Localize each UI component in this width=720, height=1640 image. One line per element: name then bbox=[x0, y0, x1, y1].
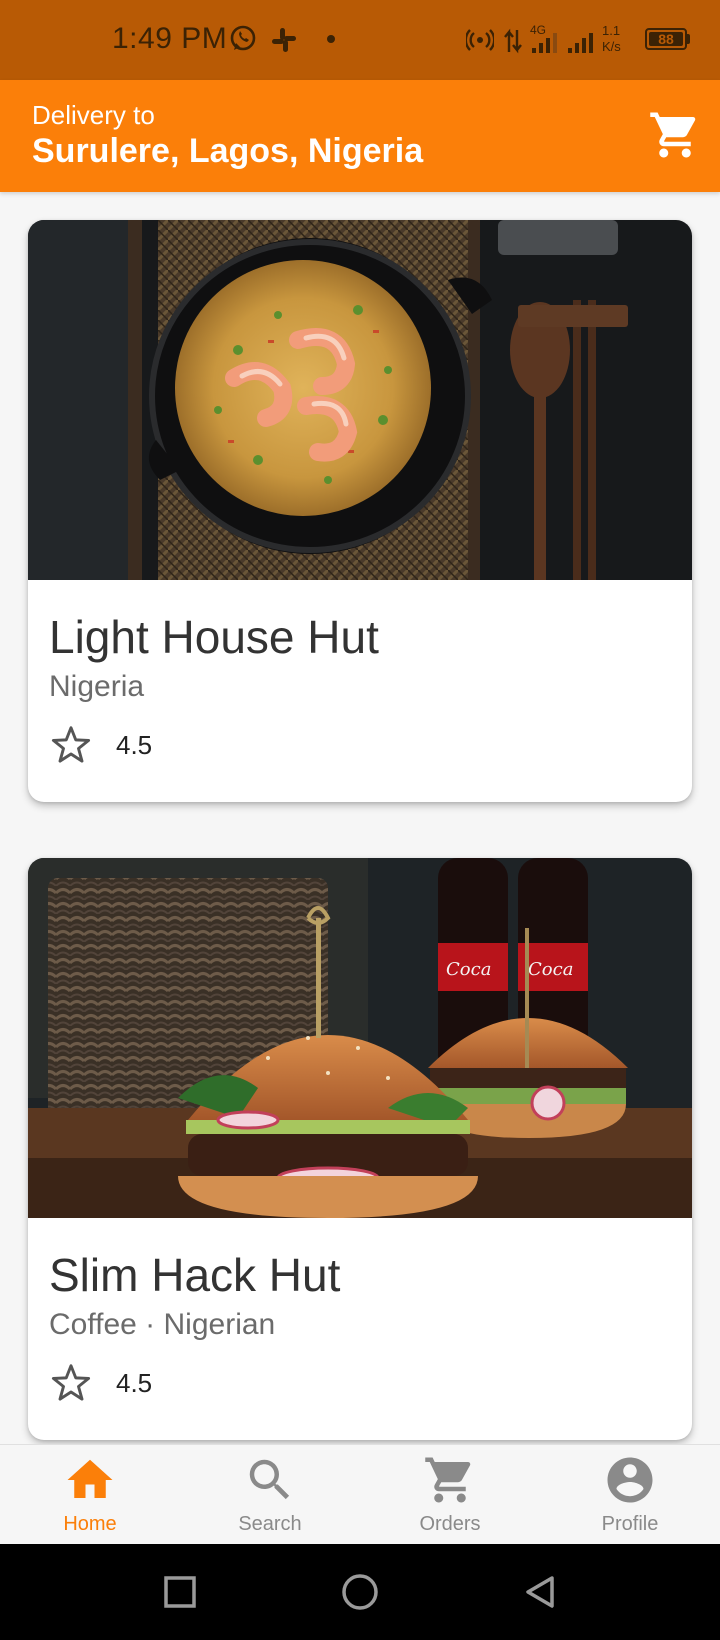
nav-item-home[interactable]: Home bbox=[0, 1445, 180, 1545]
card-body: Slim Hack Hut Coffee · Nigerian 4.5 bbox=[28, 1218, 692, 1440]
battery-percent: 88 bbox=[658, 31, 674, 47]
speed-unit: K/s bbox=[602, 39, 621, 54]
cart-button[interactable] bbox=[648, 108, 702, 162]
status-bar: 1:49 PM 4G 1.1 K/s 88 bbox=[0, 0, 720, 80]
nav-item-search[interactable]: Search bbox=[180, 1445, 360, 1545]
search-icon bbox=[249, 1459, 290, 1500]
home-button[interactable] bbox=[340, 1572, 380, 1612]
restaurant-subtitle: Coffee · Nigerian bbox=[49, 1308, 276, 1341]
rating-value: 4.5 bbox=[116, 1368, 153, 1398]
hotspot-icon bbox=[466, 29, 494, 51]
restaurant-card-light-house-hut[interactable]: Light House Hut Nigeria 4.5 bbox=[28, 220, 692, 802]
bottom-navigation: Home Search Orders Profile bbox=[0, 1444, 720, 1544]
nav-item-profile[interactable]: Profile bbox=[540, 1445, 720, 1545]
battery-icon: 88 bbox=[645, 28, 687, 50]
recents-button[interactable] bbox=[160, 1572, 200, 1612]
delivery-location[interactable]: Surulere, Lagos, Nigeria bbox=[32, 132, 423, 171]
whatsapp-icon bbox=[230, 25, 256, 51]
restaurant-name: Slim Hack Hut bbox=[49, 1249, 341, 1301]
app-screen: 1:49 PM 4G 1.1 K/s 88 Delivery to Surule… bbox=[0, 0, 720, 1640]
star-icon bbox=[51, 1364, 91, 1401]
data-arrows-icon bbox=[504, 28, 522, 54]
svg-text:Coca: Coca bbox=[446, 959, 491, 980]
rating-value: 4.5 bbox=[116, 730, 153, 760]
cart-icon bbox=[425, 1457, 471, 1503]
app-bar: Delivery to Surulere, Lagos, Nigeria bbox=[0, 80, 720, 192]
restaurant-card-slim-hack-hut[interactable]: Coca Coca Slim Hack Hut Coffee · Nigeria… bbox=[28, 858, 692, 1440]
delivery-label: Delivery to bbox=[32, 100, 155, 130]
signal-icon bbox=[532, 33, 557, 53]
battery-nub bbox=[687, 34, 690, 44]
slack-icon bbox=[272, 28, 296, 52]
notification-dot bbox=[327, 35, 335, 43]
signal-icon-2 bbox=[568, 33, 593, 53]
status-time: 1:49 PM bbox=[112, 22, 228, 55]
nav-label-search: Search bbox=[238, 1513, 302, 1535]
nav-label-orders: Orders bbox=[419, 1513, 481, 1535]
jollof-rice-shrimp-photo bbox=[28, 220, 692, 580]
profile-icon bbox=[607, 1457, 653, 1503]
svg-text:Coca: Coca bbox=[528, 959, 573, 980]
back-button[interactable] bbox=[520, 1572, 560, 1612]
nav-item-orders[interactable]: Orders bbox=[360, 1445, 540, 1545]
nav-label-profile: Profile bbox=[601, 1513, 659, 1535]
home-icon bbox=[67, 1459, 113, 1498]
star-icon bbox=[51, 726, 91, 763]
speed-value: 1.1 bbox=[602, 23, 621, 38]
card-body: Light House Hut Nigeria 4.5 bbox=[28, 580, 692, 802]
restaurant-subtitle: Nigeria bbox=[49, 670, 145, 703]
burgers-photo: Coca Coca bbox=[28, 858, 692, 1218]
nav-label-home: Home bbox=[63, 1513, 117, 1535]
system-navigation-bar bbox=[0, 1544, 720, 1640]
restaurant-name: Light House Hut bbox=[49, 611, 379, 663]
